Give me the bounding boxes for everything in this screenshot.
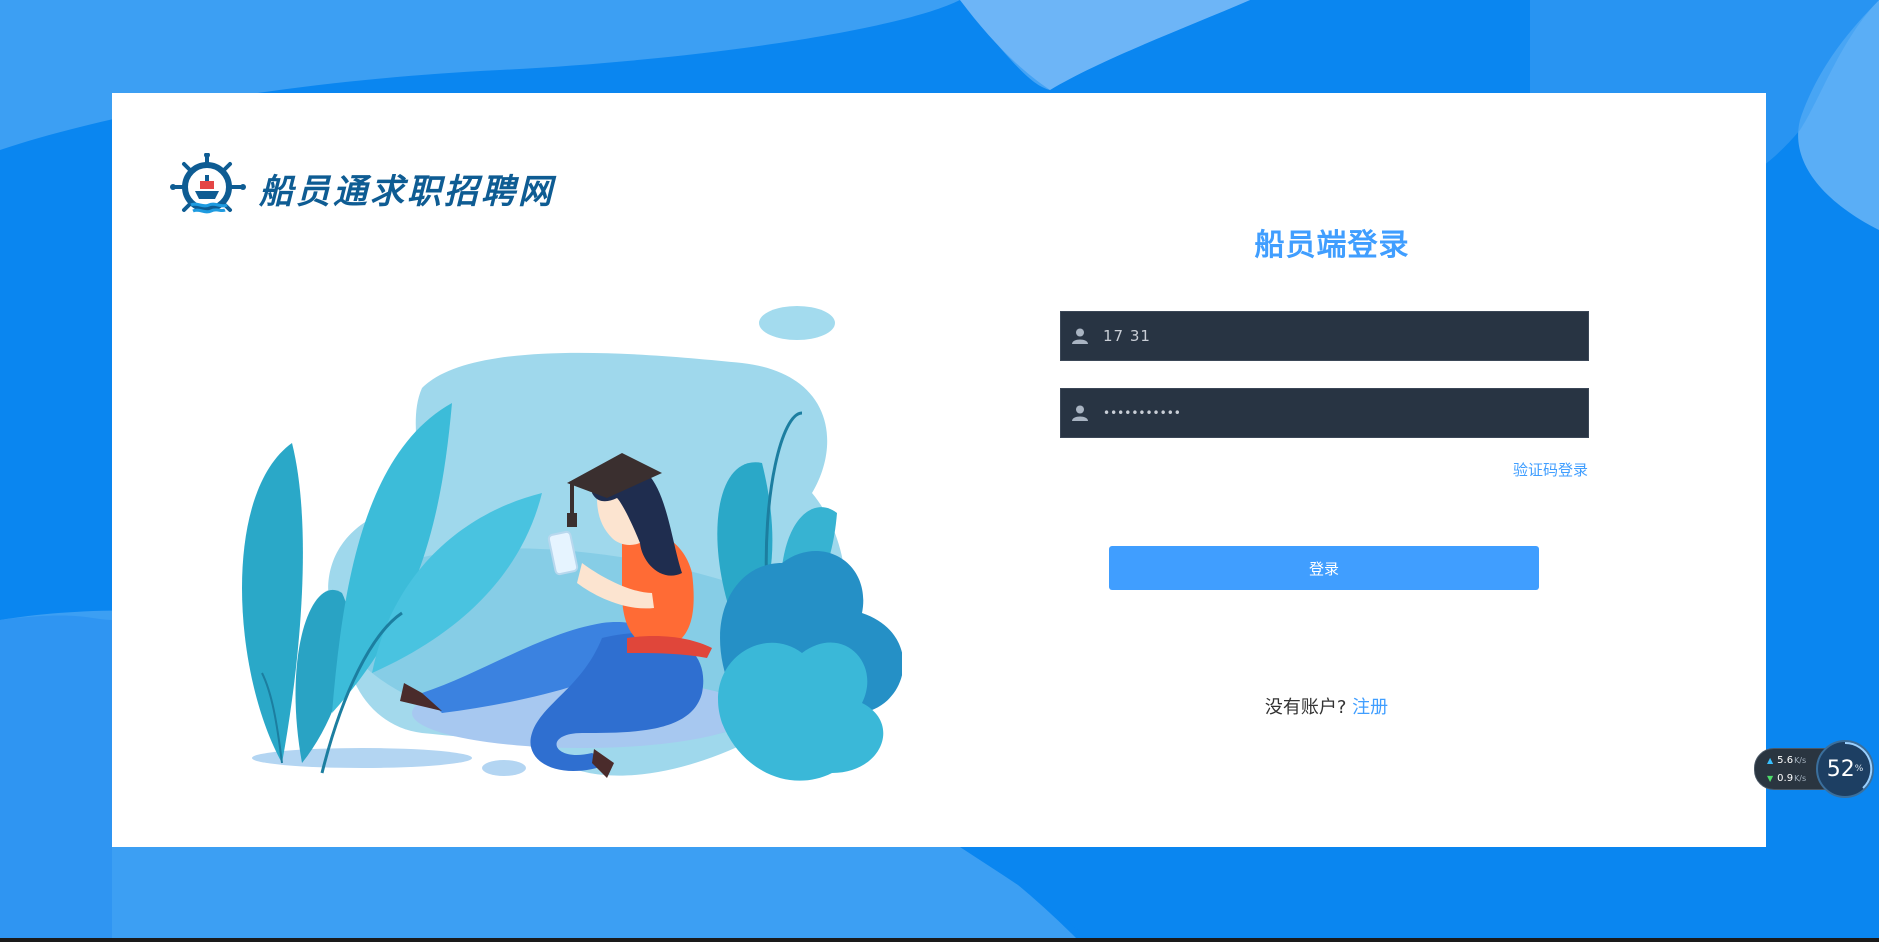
user-icon xyxy=(1072,328,1088,344)
login-button[interactable]: 登录 xyxy=(1109,546,1539,590)
download-speed-row: ▼ 0.9 K/s xyxy=(1767,773,1806,784)
ship-wheel-icon xyxy=(170,153,246,214)
download-speed: 0.9 xyxy=(1777,773,1794,784)
upload-speed-row: ▲ 5.6 K/s xyxy=(1767,755,1806,766)
phone-value[interactable]: 17 31 xyxy=(1103,327,1151,345)
network-speed-widget[interactable]: ▲ 5.6 K/s ▼ 0.9 K/s 52% xyxy=(1754,740,1879,800)
password-value[interactable]: ••••••••••• xyxy=(1103,406,1181,420)
password-input[interactable]: ••••••••••• xyxy=(1060,388,1589,438)
verification-code-login-link[interactable]: 验证码登录 xyxy=(1412,459,1588,480)
no-account-text: 没有账户? xyxy=(1264,697,1347,718)
bottom-edge xyxy=(0,938,1879,942)
cpu-usage-ring xyxy=(1844,741,1873,789)
upload-arrow-icon: ▲ xyxy=(1767,756,1774,765)
upload-unit: K/s xyxy=(1794,756,1807,765)
student-illustration xyxy=(242,306,902,781)
login-title: 船员端登录 xyxy=(1254,228,1410,263)
phone-input[interactable]: 17 31 xyxy=(1060,311,1589,361)
upload-speed: 5.6 xyxy=(1777,755,1794,766)
download-unit: K/s xyxy=(1794,774,1807,783)
user-icon xyxy=(1072,405,1088,421)
brand-logo: 船员通求职招聘网 xyxy=(167,153,555,223)
register-link[interactable]: 注册 xyxy=(1352,697,1388,718)
login-card: 船员通求职招聘网 船员端登录 17 31 ••••••••••• 验证码登录 登… xyxy=(112,93,1766,847)
brand-name: 船员通求职招聘网 xyxy=(259,171,555,212)
download-arrow-icon: ▼ xyxy=(1767,774,1774,783)
register-row: 没有账户? 注册 xyxy=(1062,693,1591,719)
